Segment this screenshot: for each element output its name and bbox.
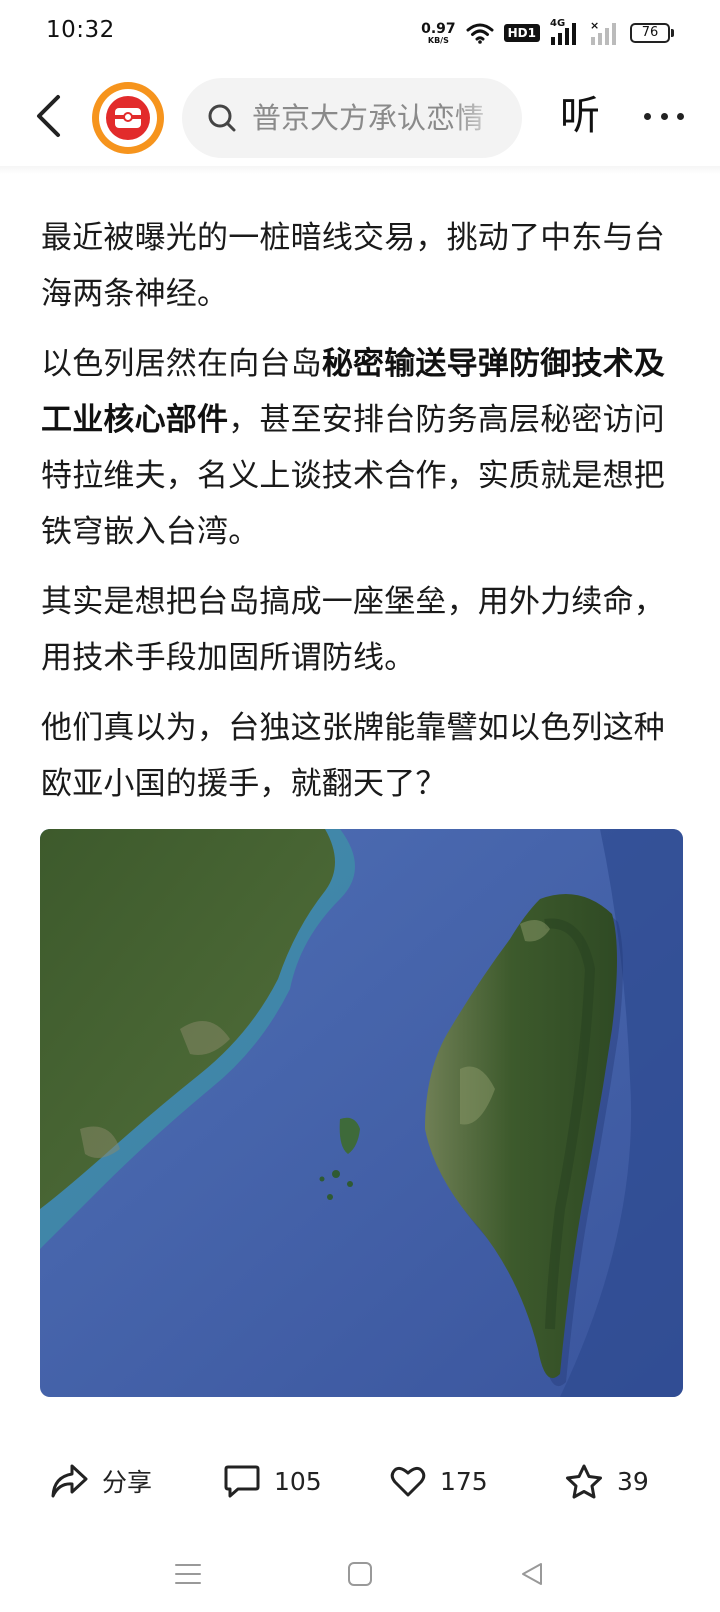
paragraph-2: 以色列居然在向台岛秘密输送导弹防御技术及工业核心部件，甚至安排台防务高层秘密访问…: [41, 336, 691, 560]
share-icon: [51, 1464, 88, 1498]
network-speed: 0.97 KB/S: [421, 22, 456, 45]
share-button[interactable]: 分享: [50, 1454, 152, 1508]
action-bar: 分享 105 175 39: [0, 1446, 720, 1516]
signal-icon-2: ×: [590, 20, 616, 45]
favorite-button[interactable]: 39: [565, 1454, 649, 1508]
status-time: 10:32: [46, 17, 115, 43]
heart-icon: [390, 1466, 426, 1497]
svg-text:×: ×: [590, 20, 599, 32]
satellite-map-image: [40, 829, 683, 1397]
network-speed-value: 0.97: [421, 20, 456, 37]
like-button[interactable]: 175: [390, 1454, 488, 1508]
network-speed-unit: KB/S: [427, 35, 449, 45]
app-logo[interactable]: [92, 82, 164, 154]
search-placeholder: 普京大方承认恋情: [252, 101, 485, 135]
listen-button[interactable]: 听: [560, 90, 600, 142]
article-body: 最近被曝光的一桩暗线交易，挑动了中东与台海两条神经。 以色列居然在向台岛秘密输送…: [41, 210, 691, 826]
comment-icon: [224, 1465, 260, 1498]
back-nav-button[interactable]: [512, 1554, 552, 1594]
likes-count: 175: [440, 1466, 488, 1496]
more-dot: [677, 112, 684, 120]
signal-icon: 4G: [550, 18, 580, 46]
back-arrow-icon: [37, 95, 60, 137]
more-dot: [660, 112, 668, 120]
status-bar: 10:32 0.97 KB/S HD1 4G × 76: [0, 0, 720, 66]
search-icon: [208, 104, 236, 132]
battery-icon: 76: [630, 23, 674, 43]
home-nav-button[interactable]: [340, 1554, 380, 1594]
comment-button[interactable]: 105: [224, 1454, 322, 1508]
status-icons: 0.97 KB/S HD1 4G × 76: [421, 18, 674, 48]
app-header: 普京大方承认恋情 听: [0, 74, 720, 158]
menu-icon: [175, 1564, 201, 1584]
back-button[interactable]: [28, 90, 68, 142]
article-image[interactable]: [40, 829, 683, 1397]
search-bar[interactable]: 普京大方承认恋情: [182, 78, 522, 158]
wifi-icon: [466, 23, 494, 44]
comments-count: 105: [274, 1466, 322, 1496]
more-button[interactable]: [640, 98, 688, 134]
paragraph-4: 他们真以为，台独这张牌能靠譬如以色列这种欧亚小国的援手，就翻天了？: [41, 710, 665, 802]
logo-icon: [115, 108, 141, 128]
share-label: 分享: [102, 1468, 153, 1497]
star-icon: [566, 1464, 602, 1499]
header-divider: [0, 166, 720, 174]
paragraph-3: 其实是想把台岛搞成一座堡垒，用外力续命，用技术手段加固所谓防线。: [41, 584, 665, 676]
battery-level: 76: [630, 23, 670, 43]
menu-nav-button[interactable]: [168, 1554, 208, 1594]
favorites-count: 39: [617, 1466, 649, 1496]
paragraph-2-prefix: 以色列居然在向台岛: [41, 346, 322, 382]
back-triangle-icon: [522, 1563, 542, 1585]
home-square-icon: [348, 1562, 372, 1586]
paragraph-1: 最近被曝光的一桩暗线交易，挑动了中东与台海两条神经。: [41, 220, 665, 312]
hd-badge: HD1: [503, 24, 540, 42]
more-dot: [644, 112, 651, 120]
system-nav-bar: [0, 1540, 720, 1612]
